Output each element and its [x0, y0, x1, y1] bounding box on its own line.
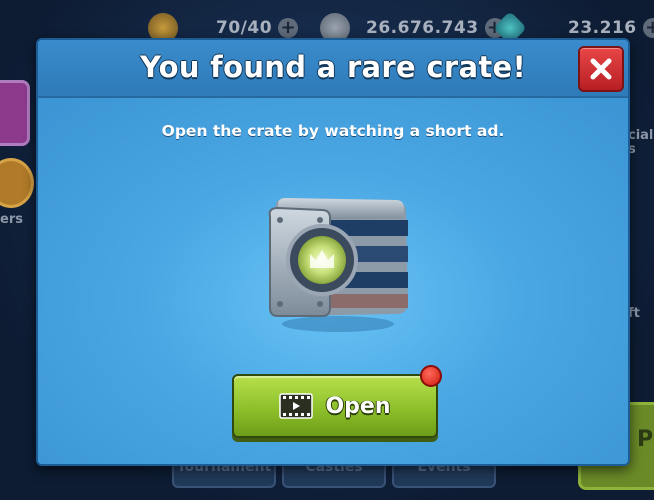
gem-plus-button[interactable]: + — [642, 18, 654, 38]
dialog-subtitle: Open the crate by watching a short ad. — [161, 122, 505, 140]
gem-value: 23.216 — [568, 18, 637, 38]
energy-plus-button[interactable]: + — [278, 18, 299, 38]
open-crate-button[interactable]: Open — [232, 374, 438, 438]
dialog-title: You found a rare crate! — [139, 50, 526, 84]
dialog-body: Open the crate by watching a short ad. O… — [38, 98, 628, 464]
close-button[interactable] — [578, 46, 624, 92]
side-menu-button[interactable] — [0, 80, 30, 146]
energy-value: 70/40 — [216, 18, 273, 38]
rare-crate-icon — [268, 198, 408, 332]
play-button-label: Pl — [637, 427, 654, 452]
open-button-label: Open — [325, 393, 391, 419]
rare-crate-dialog: You found a rare crate! Open the crate b… — [36, 38, 630, 466]
film-icon — [279, 393, 314, 419]
side-label-left: ers — [0, 212, 23, 227]
close-icon — [590, 58, 612, 80]
dialog-header: You found a rare crate! — [38, 40, 628, 98]
side-gear-button[interactable] — [0, 158, 34, 208]
notification-dot — [420, 365, 442, 387]
side-label-right-1: cial — [628, 128, 654, 143]
coin-value: 26.676.743 — [366, 18, 479, 38]
